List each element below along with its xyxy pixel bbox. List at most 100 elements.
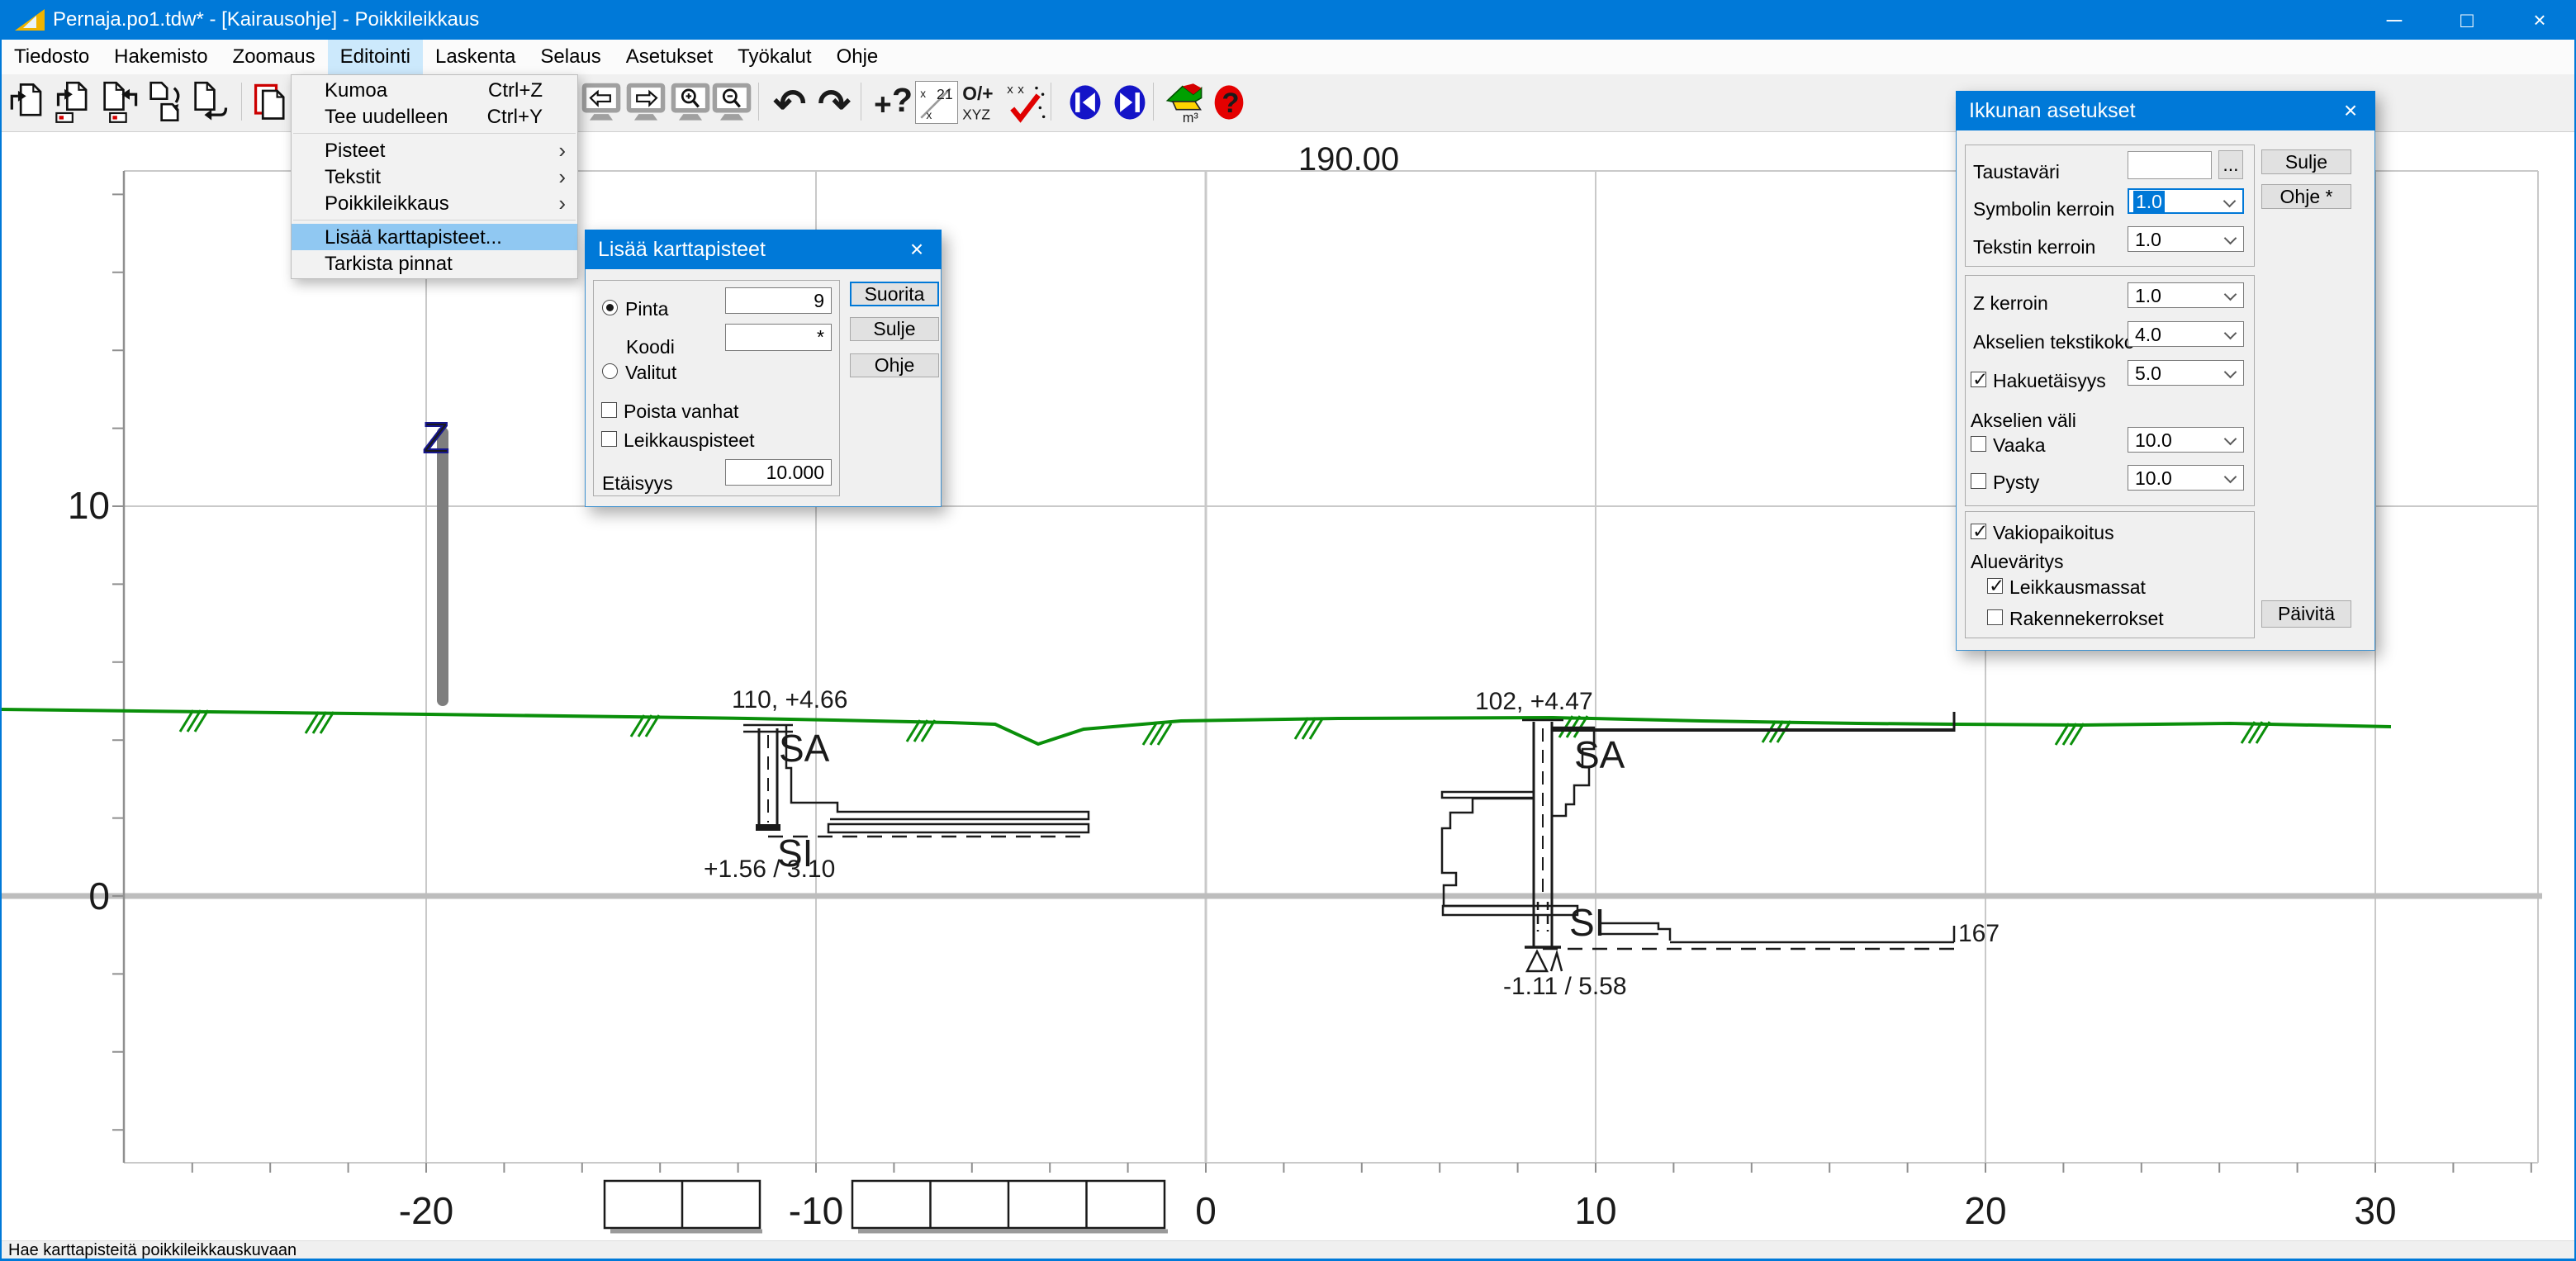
svg-text:30: 30	[2354, 1189, 2396, 1232]
cut-points-checkbox[interactable]	[601, 431, 617, 447]
coordinate-xyz-icon[interactable]: O/+ XYZ	[960, 81, 1003, 124]
z-scale-combo[interactable]: 1.0	[2128, 282, 2244, 308]
menu-item-tee-uudelleen[interactable]: Tee uudelleen Ctrl+Y	[292, 103, 577, 130]
borehole-110[interactable]: 110, +4.66 SA SI +1.56 / 3.10	[704, 686, 1090, 883]
menu-item-tarkista-pinnat[interactable]: Tarkista pinnat	[292, 250, 577, 277]
menu-item-lisaa-karttapisteet[interactable]: Lisää karttapisteet...	[292, 224, 577, 250]
symbol-scale-combo[interactable]: 1.0	[2128, 188, 2244, 214]
status-text: Hae karttapisteitä poikkileikkauskuvaan	[8, 1241, 297, 1260]
map-point-code: Z	[423, 415, 449, 462]
help-icon[interactable]: ?	[1207, 81, 1250, 124]
menu-tiedosto[interactable]: Tiedosto	[2, 40, 102, 74]
bottom-axis-ticks	[192, 1163, 2531, 1173]
axis-text-size-combo[interactable]: 4.0	[2128, 321, 2244, 347]
file-convert-icon[interactable]	[144, 81, 187, 124]
svg-text:-20: -20	[399, 1189, 453, 1232]
next-section-icon[interactable]	[1108, 81, 1151, 124]
menu-laskenta[interactable]: Laskenta	[423, 40, 528, 74]
chevron-down-icon	[2224, 232, 2237, 245]
redo-icon[interactable]: ↷	[816, 81, 859, 124]
close-icon[interactable]: ×	[892, 230, 942, 269]
volumes-m3-icon[interactable]: m³	[1163, 81, 1206, 124]
close-button[interactable]: ×	[2503, 0, 2576, 40]
point-numbers-toggle-icon[interactable]: 21 x x	[915, 81, 958, 124]
menu-item-pisteet[interactable]: Pisteet	[292, 137, 577, 164]
structure-layers-checkbox[interactable]	[1987, 609, 2003, 625]
file-read-icon[interactable]	[8, 81, 51, 124]
previous-section-icon[interactable]	[1064, 81, 1107, 124]
editointi-dropdown-menu: Kumoa Ctrl+Z Tee uudelleen Ctrl+Y Pistee…	[291, 74, 578, 279]
surface-number-input[interactable]	[725, 287, 832, 314]
menu-tyokalut[interactable]: Työkalut	[725, 40, 823, 74]
cut-masses-label: Leikkausmassat	[2009, 576, 2146, 599]
zoom-out-view-icon[interactable]	[710, 81, 753, 124]
check-coordinates-icon[interactable]: x x	[1004, 81, 1047, 124]
standard-positioning-checkbox[interactable]	[1971, 524, 1986, 539]
close-button[interactable]: Sulje	[2261, 149, 2351, 174]
background-color-swatch[interactable]	[2128, 151, 2212, 179]
run-button[interactable]: Suorita	[850, 282, 939, 306]
view-next-icon[interactable]	[624, 81, 667, 124]
borehole-102-soil-lower: SI	[1569, 901, 1605, 944]
surface-radio[interactable]	[602, 300, 618, 315]
borehole-102-termination: -1.11 / 5.58	[1503, 973, 1627, 1000]
svg-text:XYZ: XYZ	[962, 107, 990, 123]
svg-text:↶: ↶	[773, 82, 806, 124]
menu-hakemisto[interactable]: Hakemisto	[102, 40, 220, 74]
menu-item-tekstit[interactable]: Tekstit	[292, 164, 577, 190]
svg-text:x: x	[920, 88, 926, 100]
menu-item-kumoa[interactable]: Kumoa Ctrl+Z	[292, 77, 577, 103]
undo-icon[interactable]: ↶	[770, 81, 813, 124]
horizontal-spacing-combo[interactable]: 10.0	[2128, 427, 2244, 453]
menu-editointi[interactable]: Editointi	[328, 40, 423, 74]
vertical-spacing-combo[interactable]: 10.0	[2128, 465, 2244, 491]
browse-color-button[interactable]: ...	[2218, 150, 2243, 179]
dialog-title-bar[interactable]: Lisää karttapisteet ×	[585, 230, 942, 269]
search-distance-checkbox[interactable]	[1971, 372, 1986, 387]
chevron-down-icon	[2224, 366, 2237, 379]
borehole-110-soil-upper: SA	[779, 727, 830, 770]
dialog-title-bar[interactable]: Ikkunan asetukset ×	[1956, 91, 2375, 130]
cut-masses-checkbox[interactable]	[1987, 578, 2003, 594]
view-previous-icon[interactable]	[580, 81, 623, 124]
vertical-label: Pysty	[1993, 472, 2039, 494]
minimize-button[interactable]: ─	[2358, 0, 2431, 40]
close-button[interactable]: Sulje	[850, 317, 939, 341]
help-button[interactable]: Ohje	[850, 353, 939, 377]
selected-radio[interactable]	[602, 363, 618, 379]
file-read-format-icon[interactable]	[53, 81, 96, 124]
svg-text:O/+: O/+	[962, 83, 993, 104]
svg-text:0: 0	[1195, 1189, 1217, 1232]
text-scale-combo[interactable]: 1.0	[2128, 226, 2244, 252]
svg-text:10: 10	[1574, 1189, 1616, 1232]
zoom-in-view-icon[interactable]	[669, 81, 712, 124]
close-icon[interactable]: ×	[2326, 91, 2375, 130]
code-input[interactable]	[725, 324, 832, 351]
menu-item-poikkileikkaus[interactable]: Poikkileikkaus	[292, 190, 577, 216]
svg-text:-10: -10	[789, 1189, 843, 1232]
distance-input[interactable]	[725, 459, 832, 486]
menu-ohje[interactable]: Ohje	[824, 40, 891, 74]
file-append-icon[interactable]	[188, 81, 231, 124]
svg-text:x: x	[927, 109, 932, 121]
horizontal-checkbox[interactable]	[1971, 436, 1986, 452]
window-border-left	[0, 40, 2, 1261]
svg-text:0: 0	[88, 875, 110, 917]
maximize-button[interactable]: □	[2431, 0, 2503, 40]
menu-selaus[interactable]: Selaus	[528, 40, 613, 74]
cut-points-label: Leikkauspisteet	[624, 429, 755, 452]
help-button[interactable]: Ohje *	[2261, 184, 2351, 209]
file-write-format-icon[interactable]	[97, 81, 140, 124]
borehole-102[interactable]: 102, +4.47 SA SI -1.11 / 5.58 167	[1442, 688, 2000, 1000]
vertical-checkbox[interactable]	[1971, 473, 1986, 489]
remove-old-checkbox[interactable]	[601, 402, 617, 418]
menu-asetukset[interactable]: Asetukset	[614, 40, 725, 74]
selected-label: Valitut	[625, 362, 676, 384]
update-button[interactable]: Päivitä	[2261, 600, 2351, 628]
search-distance-combo[interactable]: 5.0	[2128, 360, 2244, 386]
menu-zoomaus[interactable]: Zoomaus	[221, 40, 328, 74]
add-point-query-icon[interactable]: + ?	[872, 81, 915, 124]
copy-pages-icon[interactable]	[249, 81, 292, 124]
left-axis-ticks	[112, 194, 124, 1130]
svg-text:x: x	[1007, 83, 1013, 97]
